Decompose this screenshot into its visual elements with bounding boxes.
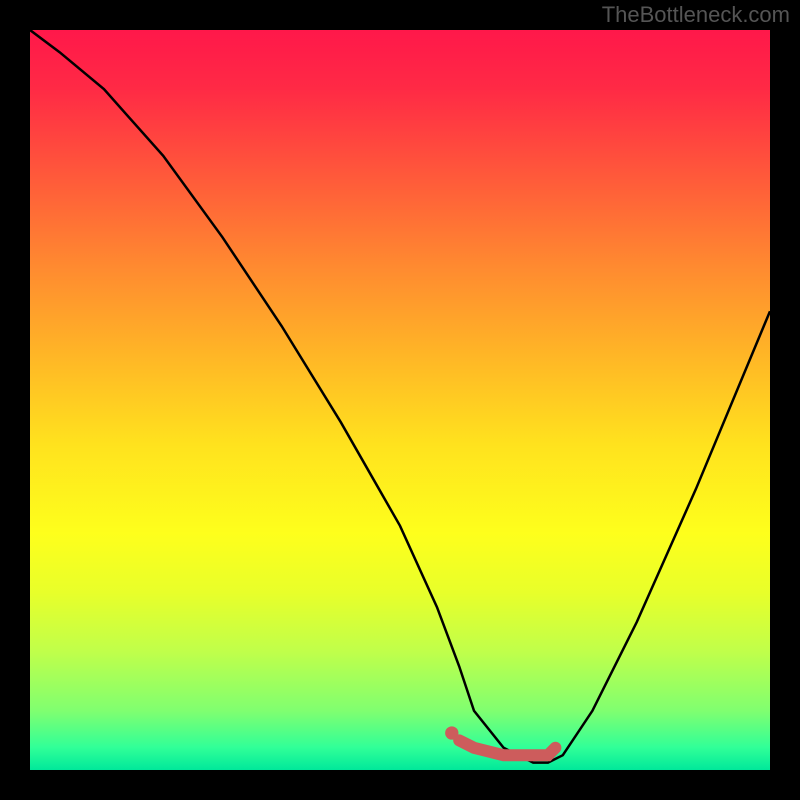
highlight-segment [459,740,555,755]
chart-svg [30,30,770,770]
watermark-text: TheBottleneck.com [602,2,790,28]
bottleneck-curve [30,30,770,763]
chart-plot-area [30,30,770,770]
highlight-point [445,726,458,739]
